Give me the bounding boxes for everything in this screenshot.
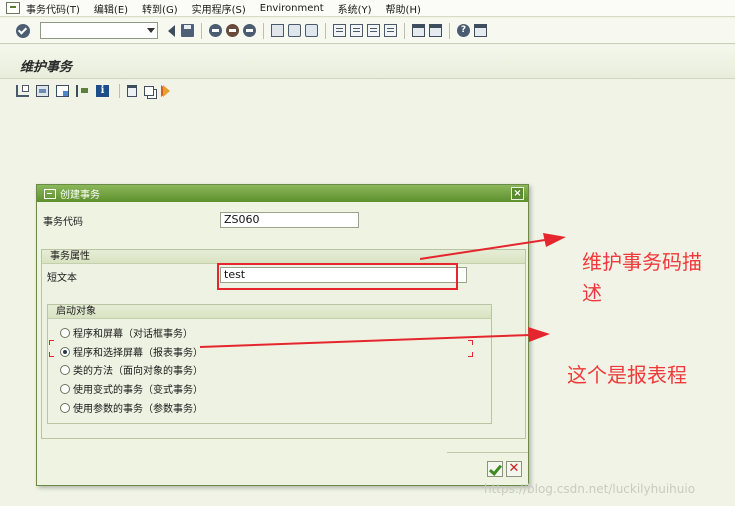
cancel-icon[interactable] (243, 24, 256, 37)
move-icon[interactable] (76, 85, 89, 97)
start-object-group: 启动对象 程序和屏幕（对话框事务） 程序和选择屏幕（报表事务） 类的方法（面向对… (47, 304, 492, 424)
highlight-box (217, 263, 458, 290)
radio-report-transaction[interactable]: 程序和选择屏幕（报表事务） (60, 344, 203, 359)
hierarchy-icon[interactable] (16, 85, 29, 97)
info-icon[interactable]: i (96, 85, 109, 97)
radio-button-selected[interactable] (60, 346, 70, 357)
delete-icon[interactable] (127, 85, 137, 97)
duplicate-icon[interactable] (144, 86, 154, 96)
watermark: https://blog.csdn.net/luckilyhuihuio (484, 482, 696, 496)
radio-button[interactable] (60, 402, 70, 413)
menu-environment[interactable]: Environment (260, 3, 324, 14)
cancel-x-button[interactable]: ✕ (506, 461, 522, 477)
tcode-field[interactable]: ZS060 (220, 212, 359, 228)
confirm-check-button[interactable] (487, 461, 503, 477)
radio-button[interactable] (60, 383, 70, 394)
menu-bar: 事务代码(T) 编辑(E) 转到(G) 实用程序(S) Environment … (0, 0, 735, 17)
previous-page-icon[interactable] (350, 24, 363, 37)
dialog-footer-divider (447, 452, 528, 460)
dialog-titlebar[interactable]: 创建事务 × (37, 185, 528, 202)
radio-parameter-transaction[interactable]: 使用参数的事务（参数事务） (60, 400, 203, 415)
find-next-icon[interactable] (305, 24, 318, 37)
annotation-note-2: 这个是报表程 (567, 363, 687, 387)
first-page-icon[interactable] (333, 24, 346, 37)
radio-label: 使用变式的事务（变式事务） (73, 385, 203, 396)
back-icon[interactable] (209, 24, 222, 37)
execute-icon-secondary (163, 85, 170, 97)
title-area: 维护事务 (0, 45, 735, 79)
annotation-note-1-line1: 维护事务码描 (582, 250, 702, 274)
menu-utilities[interactable]: 实用程序(S) (192, 1, 246, 16)
toolbar-separator (325, 22, 326, 39)
short-text-label: 短文本 (47, 273, 77, 284)
dialog-transaction-icon (44, 188, 56, 199)
start-object-group-title: 启动对象 (48, 305, 491, 319)
standard-toolbar: ? (0, 18, 735, 44)
focus-corner (49, 340, 54, 345)
application-toolbar: i (0, 80, 735, 102)
arrow-head-1 (543, 233, 566, 247)
help-icon[interactable]: ? (457, 24, 470, 37)
copy-icon[interactable] (56, 85, 69, 97)
radio-label: 程序和选择屏幕（报表事务） (73, 348, 203, 359)
dialog-title: 创建事务 (60, 190, 100, 201)
page-title: 维护事务 (20, 60, 73, 75)
enter-check-icon[interactable] (16, 23, 30, 38)
attributes-group-title: 事务属性 (42, 250, 525, 264)
menu-help[interactable]: 帮助(H) (386, 1, 421, 16)
menu-transaction[interactable]: 事务代码(T) (26, 1, 80, 16)
focus-corner (468, 340, 473, 345)
exit-icon[interactable] (226, 24, 239, 37)
radio-label: 类的方法（面向对象的事务） (73, 366, 203, 377)
new-session-icon[interactable] (412, 24, 425, 37)
toolbar-separator (201, 22, 202, 39)
transaction-icon[interactable] (6, 2, 20, 14)
save-icon[interactable] (181, 24, 194, 37)
shortcut-icon[interactable] (429, 24, 442, 37)
radio-variant-transaction[interactable]: 使用变式的事务（变式事务） (60, 381, 203, 396)
layout-menu-icon[interactable] (474, 24, 487, 37)
find-icon[interactable] (288, 24, 301, 37)
annotation-note-1-line2: 述 (582, 281, 602, 305)
command-field[interactable] (40, 22, 158, 39)
last-page-icon[interactable] (384, 24, 397, 37)
radio-oo-transaction[interactable]: 类的方法（面向对象的事务） (60, 362, 203, 377)
radio-dialog-transaction[interactable]: 程序和屏幕（对话框事务） (60, 325, 193, 340)
toolbar-separator (119, 84, 120, 98)
tcode-label: 事务代码 (43, 217, 83, 228)
display-icon[interactable] (36, 85, 49, 97)
toolbar-separator (404, 22, 405, 39)
toolbar-separator (263, 22, 264, 39)
back-triangle-icon[interactable] (168, 24, 175, 37)
toolbar-separator (449, 22, 450, 39)
radio-button[interactable] (60, 364, 70, 375)
chevron-down-icon[interactable] (147, 28, 155, 33)
menu-edit[interactable]: 编辑(E) (94, 1, 128, 16)
radio-button[interactable] (60, 327, 70, 338)
menu-system[interactable]: 系统(Y) (338, 1, 372, 16)
print-icon[interactable] (271, 24, 284, 37)
create-transaction-dialog: 创建事务 × 事务代码 ZS060 事务属性 短文本 test 启动对象 程序和… (36, 184, 529, 486)
arrow-head-2 (528, 327, 550, 342)
radio-label: 使用参数的事务（参数事务） (73, 404, 203, 415)
focus-corner (468, 352, 473, 357)
focus-corner (49, 352, 54, 357)
close-icon[interactable]: × (511, 187, 524, 200)
next-page-icon[interactable] (367, 24, 380, 37)
radio-label: 程序和屏幕（对话框事务） (73, 329, 193, 340)
menu-goto[interactable]: 转到(G) (142, 1, 178, 16)
